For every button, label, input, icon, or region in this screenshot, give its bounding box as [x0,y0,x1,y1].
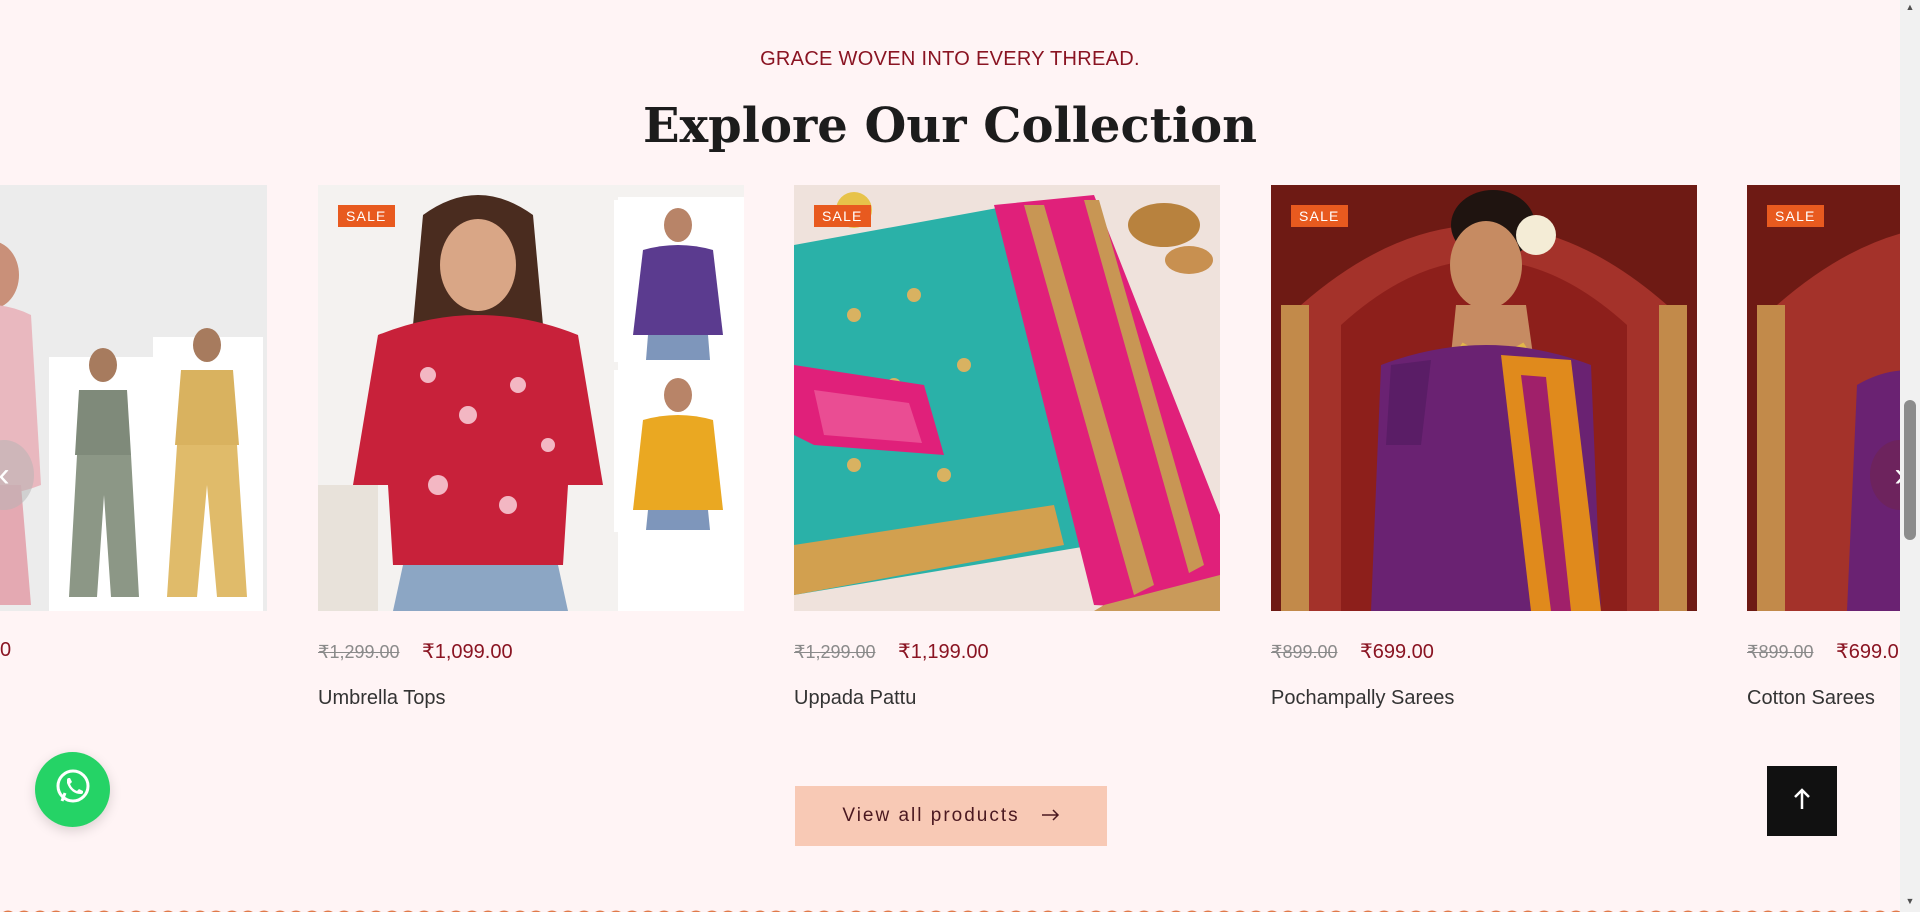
product-image[interactable] [0,185,267,611]
scroll-up-icon[interactable]: ▲ [1900,2,1920,18]
product-card[interactable]: SALE ₹899.00 ₹699.0 Cotton Sarees [1747,185,1900,709]
scroll-down-icon[interactable]: ▼ [1900,896,1920,912]
sale-price: ₹1,099.00 [421,641,513,663]
back-to-top-button[interactable] [1767,766,1837,836]
price-row: ₹1,299.00 ₹1,199.00 [794,639,989,664]
view-all-products-button[interactable]: View all products [795,786,1107,846]
original-price: ₹899.00 [1271,642,1338,662]
sale-badge: SALE [1767,205,1824,227]
sale-badge: SALE [338,205,395,227]
product-title[interactable]: Pochampally Sarees [1271,687,1454,710]
product-card[interactable]: SALE ₹899.00 ₹699.00 Pochampally Sarees [1271,185,1697,709]
price-row: ₹899.00 ₹699.00 [1271,639,1434,664]
product-title[interactable]: Umbrella Tops [318,687,445,710]
sale-price: 0 [0,639,12,661]
arrow-up-icon [1793,787,1811,815]
product-carousel: 0 SALE ₹1,299.00 ₹1,099.00 Umbrella Tops… [0,185,1900,725]
product-image[interactable]: SALE [318,185,744,611]
whatsapp-chat-button[interactable] [35,752,110,827]
whatsapp-icon [53,767,93,812]
original-price: ₹1,299.00 [318,642,400,662]
product-card[interactable]: SALE ₹1,299.00 ₹1,199.00 Uppada Pattu [794,185,1220,709]
original-price: ₹1,299.00 [794,642,876,662]
product-title[interactable]: Cotton Sarees [1747,687,1875,710]
product-card[interactable]: 0 [0,185,267,661]
product-image[interactable]: SALE [1747,185,1900,611]
product-image[interactable]: SALE [794,185,1220,611]
view-all-label: View all products [842,805,1020,826]
arrow-right-icon [1041,805,1060,827]
original-price: ₹899.00 [1747,642,1814,662]
section-eyebrow: GRACE WOVEN INTO EVERY THREAD. [760,48,1140,70]
section-heading: Explore Our Collection [642,98,1258,154]
decorative-border [0,903,1900,912]
sale-badge: SALE [814,205,871,227]
product-image[interactable]: SALE [1271,185,1697,611]
sale-price: ₹1,199.00 [897,641,989,663]
scrollbar-thumb[interactable] [1904,400,1916,540]
price-row: ₹1,299.00 ₹1,099.00 [318,639,513,664]
product-card[interactable]: SALE ₹1,299.00 ₹1,099.00 Umbrella Tops [318,185,744,709]
sale-badge: SALE [1291,205,1348,227]
sale-price: ₹699.00 [1359,641,1434,663]
product-title[interactable]: Uppada Pattu [794,687,916,710]
chevron-left-icon: ‹ [0,456,10,495]
price-row: ₹899.00 ₹699.0 [1747,639,1899,664]
sale-price: ₹699.0 [1835,641,1899,663]
